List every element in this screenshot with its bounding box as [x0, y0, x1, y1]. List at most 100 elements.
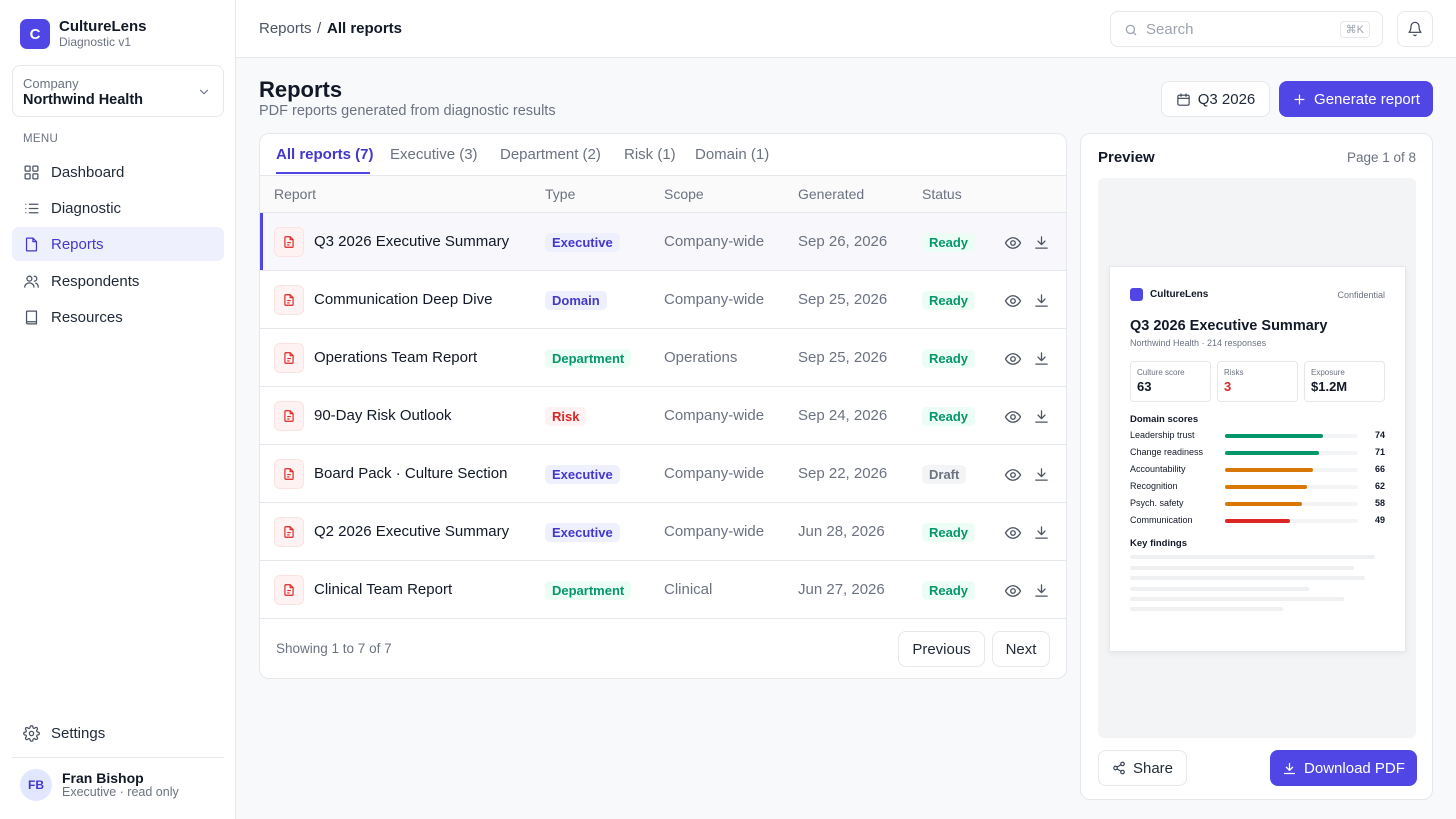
- report-name[interactable]: Communication Deep Dive: [314, 291, 492, 308]
- eye-icon[interactable]: [1004, 524, 1022, 542]
- tab-department[interactable]: Department (2): [500, 146, 601, 163]
- pdf-file-icon: [274, 343, 304, 373]
- column-header-scope[interactable]: Scope: [664, 186, 704, 202]
- download-icon[interactable]: [1033, 350, 1050, 367]
- sidebar: C CultureLens Diagnostic v1 Company Nort…: [0, 0, 236, 819]
- report-name[interactable]: Q2 2026 Executive Summary: [314, 523, 509, 540]
- period-button[interactable]: Q3 2026: [1161, 81, 1270, 117]
- domain-bar-track: [1225, 485, 1358, 489]
- domain-bar-fill: [1225, 519, 1291, 523]
- generate-label: Generate report: [1314, 90, 1420, 108]
- tab-risk[interactable]: Risk (1): [624, 146, 676, 163]
- sidebar-item-settings[interactable]: Settings: [12, 716, 224, 750]
- pdf-file-icon: [274, 459, 304, 489]
- report-name[interactable]: 90-Day Risk Outlook: [314, 407, 452, 424]
- report-generated-date: Sep 25, 2026: [798, 291, 888, 308]
- preview-panel: Preview Page 1 of 8 CultureLens Confiden…: [1080, 133, 1433, 800]
- column-header-generated[interactable]: Generated: [798, 186, 864, 202]
- download-pdf-button[interactable]: Download PDF: [1270, 750, 1417, 786]
- sidebar-item-label: Dashboard: [51, 163, 125, 181]
- eye-icon[interactable]: [1004, 292, 1022, 310]
- report-name[interactable]: Q3 2026 Executive Summary: [314, 233, 509, 250]
- search-shortcut: ⌘K: [1339, 21, 1370, 38]
- table-row[interactable]: Q2 2026 Executive Summary Executive Compan…: [260, 503, 1066, 561]
- column-header-type[interactable]: Type: [545, 186, 575, 202]
- app-logo[interactable]: C: [20, 19, 50, 49]
- report-name[interactable]: Clinical Team Report: [314, 581, 452, 598]
- eye-icon[interactable]: [1004, 582, 1022, 600]
- download-icon[interactable]: [1033, 524, 1050, 541]
- domain-label: Accountability: [1130, 464, 1186, 474]
- download-icon[interactable]: [1033, 292, 1050, 309]
- table-row[interactable]: Operations Team Report Department Operatio…: [260, 329, 1066, 387]
- sidebar-item-diagnostic[interactable]: Diagnostic: [12, 191, 224, 225]
- list-icon: [25, 203, 39, 213]
- sidebar-item-respondents[interactable]: Respondents: [12, 264, 224, 298]
- eye-icon[interactable]: [1004, 466, 1022, 484]
- company-selector[interactable]: Company Northwind Health: [12, 65, 224, 117]
- placeholder-line: [1130, 566, 1354, 570]
- eye-icon[interactable]: [1004, 408, 1022, 426]
- placeholder-line: [1130, 576, 1365, 580]
- kpi-label: Culture score: [1137, 368, 1185, 377]
- domain-value: 62: [1374, 481, 1385, 491]
- domain-value: 71: [1374, 447, 1385, 457]
- type-badge: Executive: [545, 233, 620, 252]
- table-row[interactable]: Communication Deep Dive Domain Company-wid…: [260, 271, 1066, 329]
- page-subtitle: PDF reports generated from diagnostic re…: [259, 103, 556, 119]
- report-generated-date: Sep 24, 2026: [798, 407, 888, 424]
- download-icon[interactable]: [1033, 582, 1050, 599]
- doc-kpi-card: Risks 3: [1217, 361, 1298, 402]
- next-button[interactable]: Next: [992, 631, 1050, 667]
- download-icon[interactable]: [1033, 234, 1050, 251]
- domain-bar-track: [1225, 468, 1358, 472]
- report-name[interactable]: Operations Team Report: [314, 349, 477, 366]
- sidebar-item-resources[interactable]: Resources: [12, 300, 224, 334]
- domain-bar-track: [1225, 502, 1358, 506]
- report-name[interactable]: Board Pack · Culture Section: [314, 465, 507, 482]
- tab-bar: All reports (7) Executive (3) Department…: [260, 134, 1066, 176]
- file-icon: [25, 236, 38, 252]
- users-icon: [24, 275, 39, 288]
- table-row[interactable]: Q3 2026 Executive Summary Executive Compan…: [260, 213, 1066, 271]
- status-badge: Ready: [922, 581, 976, 600]
- type-badge: Domain: [545, 291, 607, 310]
- breadcrumb-current: All reports: [327, 20, 403, 37]
- download-icon[interactable]: [1033, 408, 1050, 425]
- notifications-button[interactable]: [1397, 11, 1433, 47]
- share-button[interactable]: Share: [1098, 750, 1187, 786]
- page-title: Reports: [259, 77, 343, 102]
- breadcrumb-reports[interactable]: Reports: [259, 20, 312, 37]
- tab-underline: [276, 172, 370, 174]
- menu-label: MENU: [23, 133, 59, 145]
- eye-icon[interactable]: [1004, 350, 1022, 368]
- report-generated-date: Sep 25, 2026: [798, 349, 888, 366]
- column-header-status[interactable]: Status: [922, 186, 962, 202]
- domain-bar-track: [1225, 434, 1358, 438]
- tab-all-reports[interactable]: All reports (7): [276, 146, 374, 163]
- kpi-label: Exposure: [1311, 368, 1345, 377]
- download-icon[interactable]: [1033, 466, 1050, 483]
- table-row[interactable]: 90-Day Risk Outlook Risk Company-wide Sep 2…: [260, 387, 1066, 445]
- preview-canvas[interactable]: CultureLens Confidential Q3 2026 Executi…: [1098, 178, 1416, 738]
- placeholder-line: [1130, 597, 1344, 601]
- sidebar-item-dashboard[interactable]: Dashboard: [12, 155, 224, 189]
- search-input[interactable]: Search ⌘K: [1110, 11, 1383, 47]
- report-scope: Company-wide: [664, 523, 765, 540]
- eye-icon[interactable]: [1004, 234, 1022, 252]
- table-row[interactable]: Board Pack · Culture Section Executive Com…: [260, 445, 1066, 503]
- sidebar-item-reports[interactable]: Reports: [12, 227, 224, 261]
- book-icon: [25, 309, 38, 325]
- status-badge: Ready: [922, 407, 976, 426]
- preview-page-indicator: Page 1 of 8: [1346, 150, 1416, 165]
- kpi-label: Risks: [1224, 368, 1244, 377]
- generate-report-button[interactable]: Generate report: [1279, 81, 1433, 117]
- previous-button[interactable]: Previous: [898, 631, 985, 667]
- avatar[interactable]: FB: [20, 769, 52, 801]
- tab-executive[interactable]: Executive (3): [390, 146, 478, 163]
- tab-domain[interactable]: Domain (1): [695, 146, 769, 163]
- pagination-summary: Showing 1 to 7 of 7: [276, 641, 392, 656]
- column-header-report[interactable]: Report: [274, 186, 316, 202]
- pdf-file-icon: [274, 401, 304, 431]
- table-row[interactable]: Clinical Team Report Department Clinical Ju…: [260, 561, 1066, 619]
